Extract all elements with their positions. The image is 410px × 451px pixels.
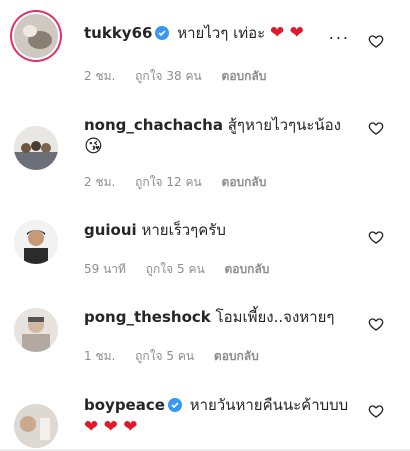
reply-button[interactable]: ตอบกลับ — [225, 262, 270, 276]
verified-badge-icon — [155, 26, 170, 40]
reply-button[interactable]: ตอบกลับ — [222, 69, 267, 83]
avatar[interactable] — [14, 308, 58, 352]
heart-outline-icon[interactable] — [368, 229, 384, 245]
avatar[interactable] — [14, 404, 58, 448]
comment-meta: 1 ชม. ถูกใจ 5 คน ตอบกลับ — [84, 347, 275, 366]
comment-body: หายวันหายคืนนะค้าบบบ — [189, 396, 349, 414]
reply-button[interactable]: ตอบกลับ — [214, 349, 259, 363]
comment-text: boypeace หายวันหายคืนนะค้าบบบ ❤ ❤ ❤ — [84, 394, 354, 438]
username[interactable]: guioui — [84, 221, 137, 239]
comment-body: สู้ๆหายไวๆนะน้อง — [227, 116, 341, 134]
comment-meta: 2 ชม. ถูกใจ 12 คน ตอบกลับ — [84, 173, 282, 192]
heart-emoji: ❤ ❤ ❤ — [84, 417, 138, 437]
comment-text: nong_chachacha สู้ๆหายไวๆนะน้อง 😘 — [84, 114, 354, 158]
reply-button[interactable]: ตอบกลับ — [222, 175, 267, 189]
username[interactable]: boypeace — [84, 396, 165, 414]
comment-time: 1 ชม. — [84, 349, 116, 363]
comment-meta: 59 นาที ถูกใจ 5 คน ตอบกลับ — [84, 260, 285, 279]
comment-body: หายไวๆ เท่อะ — [177, 24, 266, 42]
comment-body: โอมเพี้ยง..จงหายๆ — [215, 308, 335, 326]
avatar[interactable] — [14, 220, 58, 264]
comment-body: หายเร็วๆครับ — [141, 221, 226, 239]
heart-outline-icon[interactable] — [368, 403, 384, 419]
username[interactable]: pong_theshock — [84, 308, 211, 326]
comment-text: tukky66 หายไวๆ เท่อะ ❤ ❤ — [84, 22, 354, 44]
heart-outline-icon[interactable] — [368, 33, 384, 49]
avatar[interactable] — [14, 126, 58, 170]
comment-meta: 2 ชม. ถูกใจ 38 คน ตอบกลับ — [84, 67, 282, 86]
kiss-emoji: 😘 — [84, 136, 103, 157]
username[interactable]: tukky66 — [84, 24, 152, 42]
verified-badge-icon — [167, 398, 182, 412]
comment-likes[interactable]: ถูกใจ 5 คน — [146, 262, 205, 276]
more-icon[interactable]: ... — [329, 24, 350, 43]
comment-time: 59 นาที — [84, 262, 126, 276]
comment-text: guioui หายเร็วๆครับ — [84, 219, 354, 241]
username[interactable]: nong_chachacha — [84, 116, 223, 134]
avatar[interactable] — [14, 14, 58, 58]
comment-likes[interactable]: ถูกใจ 38 คน — [135, 69, 202, 83]
comment-time: 2 ชม. — [84, 69, 116, 83]
comment-likes[interactable]: ถูกใจ 5 คน — [135, 349, 194, 363]
heart-outline-icon[interactable] — [368, 316, 384, 332]
heart-outline-icon[interactable] — [368, 120, 384, 136]
comment-time: 2 ชม. — [84, 175, 116, 189]
heart-emoji: ❤ ❤ — [270, 23, 304, 43]
comment-likes[interactable]: ถูกใจ 12 คน — [135, 175, 202, 189]
comment-text: pong_theshock โอมเพี้ยง..จงหายๆ — [84, 306, 354, 328]
